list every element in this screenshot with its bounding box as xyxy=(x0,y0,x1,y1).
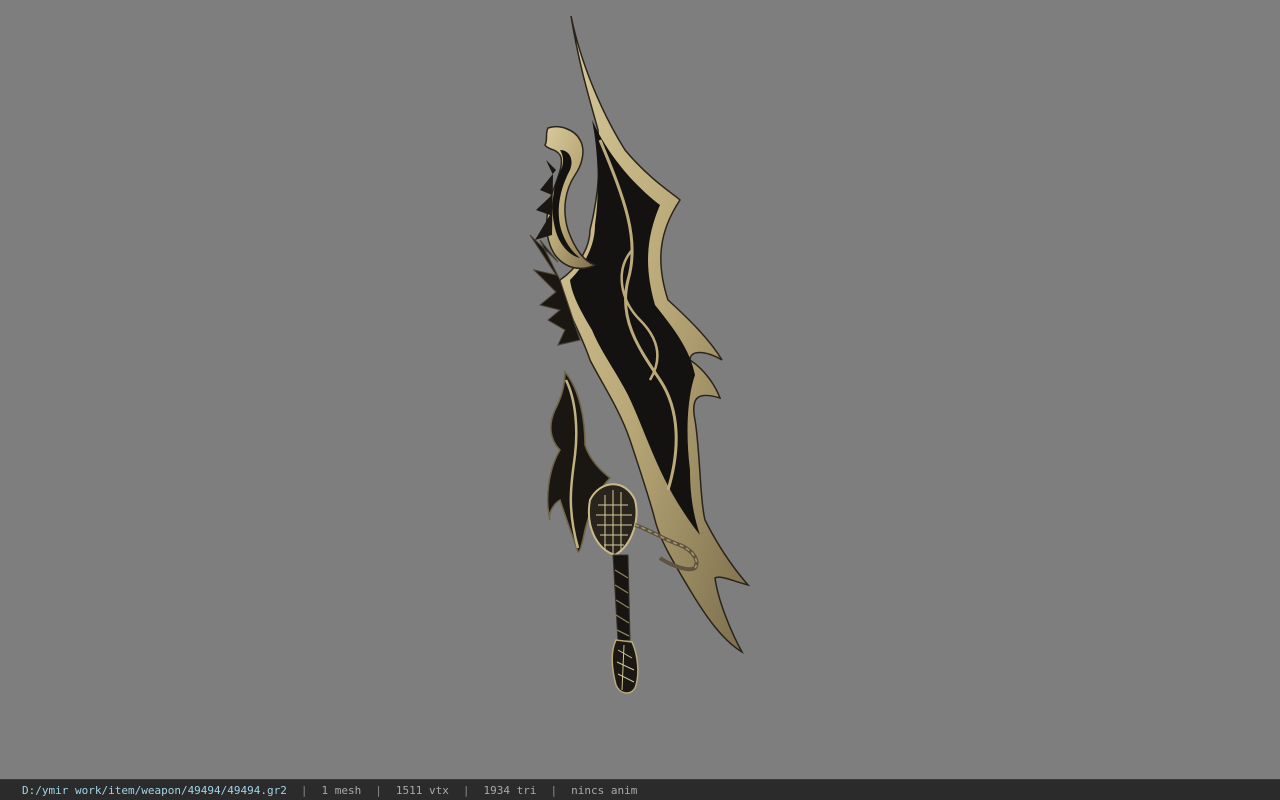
vertex-count: 1511 vtx xyxy=(395,783,449,797)
separator: | xyxy=(550,783,558,797)
separator: | xyxy=(462,783,470,797)
separator: | xyxy=(375,783,382,797)
sword-grip xyxy=(612,554,631,643)
sword-model-icon xyxy=(529,15,751,694)
sword-pommel xyxy=(611,639,639,694)
anim-status: nincs anim xyxy=(571,783,638,797)
status-bar: D:/ymir work/item/weapon/49494/49494.gr2… xyxy=(0,779,1280,800)
separator: | xyxy=(300,783,308,797)
file-path: D:/ymir work/item/weapon/49494/49494.gr2 xyxy=(22,783,287,797)
mesh-count: 1 mesh xyxy=(321,783,362,797)
3d-viewport[interactable] xyxy=(0,0,1280,779)
triangle-count: 1934 tri xyxy=(483,783,537,797)
